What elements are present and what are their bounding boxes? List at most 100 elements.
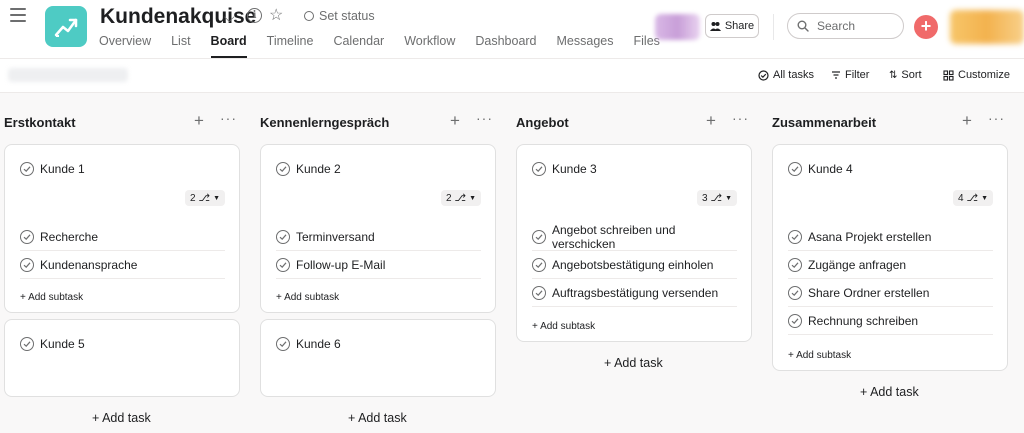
add-subtask-button[interactable]: + Add subtask	[276, 292, 339, 303]
check-circle-icon[interactable]	[788, 229, 802, 244]
task-title[interactable]: Kunde 4	[808, 162, 853, 176]
filter-button[interactable]: Filter	[831, 69, 869, 81]
search-field[interactable]	[787, 13, 904, 39]
task-title-row: Kunde 2	[276, 162, 341, 176]
subtask-row[interactable]: Share Ordner erstellen	[788, 279, 993, 307]
info-icon[interactable]: i	[247, 8, 262, 23]
check-circle-icon[interactable]	[20, 337, 34, 351]
check-circle-icon[interactable]	[20, 162, 34, 176]
subtask-toggle[interactable]: 3 ⎇ ▼	[696, 190, 737, 206]
subtask-row[interactable]: Zugänge anfragen	[788, 251, 993, 279]
subtask-row[interactable]: Rechnung schreiben	[788, 307, 993, 335]
user-profile[interactable]	[950, 10, 1024, 44]
check-circle-icon[interactable]	[276, 337, 290, 351]
add-subtask-button[interactable]: + Add subtask	[788, 350, 851, 361]
check-circle-icon[interactable]	[788, 313, 802, 328]
customize-button[interactable]: Customize	[943, 69, 1010, 81]
subtask-toggle[interactable]: 2 ⎇ ▼	[440, 190, 481, 206]
add-task-button[interactable]: + Add task	[860, 385, 919, 399]
add-task-button[interactable]: + Add task	[348, 411, 407, 425]
add-task-button[interactable]: + Add task	[604, 356, 663, 370]
tab-calendar[interactable]: Calendar	[333, 34, 384, 58]
member-avatars[interactable]	[655, 14, 700, 40]
check-circle-icon[interactable]	[20, 229, 34, 244]
star-icon[interactable]: ☆	[269, 5, 283, 25]
task-title[interactable]: Kunde 3	[552, 162, 597, 176]
tab-board[interactable]: Board	[210, 34, 247, 58]
tab-timeline[interactable]: Timeline	[267, 34, 314, 58]
check-circle-icon[interactable]	[532, 162, 546, 176]
check-circle-icon[interactable]	[532, 285, 546, 300]
subtask-title[interactable]: Angebotsbestätigung einholen	[552, 258, 713, 272]
more-icon[interactable]: ···	[988, 110, 1005, 126]
check-circle-icon[interactable]	[788, 257, 802, 272]
add-subtask-button[interactable]: + Add subtask	[532, 321, 595, 332]
more-icon[interactable]: ···	[476, 110, 493, 126]
subtask-row[interactable]: Kundenansprache	[20, 251, 225, 279]
share-button[interactable]: Share	[705, 14, 759, 38]
check-circle-icon[interactable]	[788, 285, 802, 300]
subtask-row[interactable]: Terminversand	[276, 223, 481, 251]
check-circle-icon[interactable]	[276, 257, 290, 272]
task-card[interactable]: Kunde 1 2 ⎇ ▼ Recherche Kundenansprache …	[4, 144, 240, 313]
tab-dashboard[interactable]: Dashboard	[475, 34, 536, 58]
task-title[interactable]: Kunde 2	[296, 162, 341, 176]
set-status-button[interactable]: Set status	[304, 9, 375, 23]
subtask-row[interactable]: Recherche	[20, 223, 225, 251]
add-column-task-icon[interactable]: +	[194, 112, 204, 129]
check-circle-icon[interactable]	[276, 229, 290, 244]
add-column-task-icon[interactable]: +	[962, 112, 972, 129]
subtask-row[interactable]: Auftragsbestätigung versenden	[532, 279, 737, 307]
subtask-row[interactable]: Angebotsbestätigung einholen	[532, 251, 737, 279]
filter-label: Filter	[845, 69, 870, 81]
subtask-title[interactable]: Recherche	[40, 230, 98, 244]
chevron-down-icon[interactable]: ⌵	[224, 9, 235, 26]
subtask-toggle[interactable]: 4 ⎇ ▼	[952, 190, 993, 206]
check-circle-icon[interactable]	[276, 162, 290, 176]
task-card[interactable]: Kunde 6	[260, 319, 496, 397]
subtask-row[interactable]: Follow-up E-Mail	[276, 251, 481, 279]
check-circle-icon[interactable]	[532, 229, 546, 244]
project-icon[interactable]	[45, 6, 87, 47]
subtask-title[interactable]: Zugänge anfragen	[808, 258, 906, 272]
add-column-task-icon[interactable]: +	[450, 112, 460, 129]
tab-overview[interactable]: Overview	[99, 34, 151, 58]
menu-icon[interactable]	[10, 8, 26, 22]
subtask-title[interactable]: Follow-up E-Mail	[296, 258, 385, 272]
subtask-row[interactable]: Angebot schreiben und verschicken	[532, 223, 737, 251]
subtask-row[interactable]: Asana Projekt erstellen	[788, 223, 993, 251]
tab-messages[interactable]: Messages	[557, 34, 614, 58]
subtask-title[interactable]: Share Ordner erstellen	[808, 286, 929, 300]
task-card[interactable]: Kunde 5	[4, 319, 240, 397]
tab-list[interactable]: List	[171, 34, 190, 58]
sort-button[interactable]: ⇅ Sort	[889, 69, 922, 81]
subtask-title[interactable]: Angebot schreiben und verschicken	[552, 223, 737, 251]
caret-down-icon: ▼	[725, 194, 732, 202]
task-title[interactable]: Kunde 5	[40, 337, 85, 351]
tab-workflow[interactable]: Workflow	[404, 34, 455, 58]
task-title[interactable]: Kunde 1	[40, 162, 85, 176]
task-title[interactable]: Kunde 6	[296, 337, 341, 351]
add-column-task-icon[interactable]: +	[706, 112, 716, 129]
more-icon[interactable]: ···	[732, 110, 749, 126]
check-circle-icon[interactable]	[20, 257, 34, 272]
add-subtask-button[interactable]: + Add subtask	[20, 292, 83, 303]
subtask-title[interactable]: Rechnung schreiben	[808, 314, 918, 328]
subtask-title[interactable]: Terminversand	[296, 230, 375, 244]
search-input[interactable]	[817, 19, 897, 33]
caret-down-icon: ▼	[469, 194, 476, 202]
subtask-title[interactable]: Kundenansprache	[40, 258, 137, 272]
check-circle-icon[interactable]	[788, 162, 802, 176]
all-tasks-button[interactable]: All tasks	[758, 69, 814, 81]
add-task-button[interactable]: + Add task	[92, 411, 151, 425]
subtask-toggle[interactable]: 2 ⎇ ▼	[184, 190, 225, 206]
task-card[interactable]: Kunde 3 3 ⎇ ▼ Angebot schreiben und vers…	[516, 144, 752, 342]
subtask-title[interactable]: Asana Projekt erstellen	[808, 230, 931, 244]
check-circle-icon[interactable]	[532, 257, 546, 272]
more-icon[interactable]: ···	[220, 110, 237, 126]
subtask-title[interactable]: Auftragsbestätigung versenden	[552, 286, 718, 300]
task-card[interactable]: Kunde 4 4 ⎇ ▼ Asana Projekt erstellen Zu…	[772, 144, 1008, 371]
column-title: Kennenlerngespräch	[260, 115, 390, 130]
task-card[interactable]: Kunde 2 2 ⎇ ▼ Terminversand Follow-up E-…	[260, 144, 496, 313]
create-button[interactable]: +	[914, 15, 938, 39]
